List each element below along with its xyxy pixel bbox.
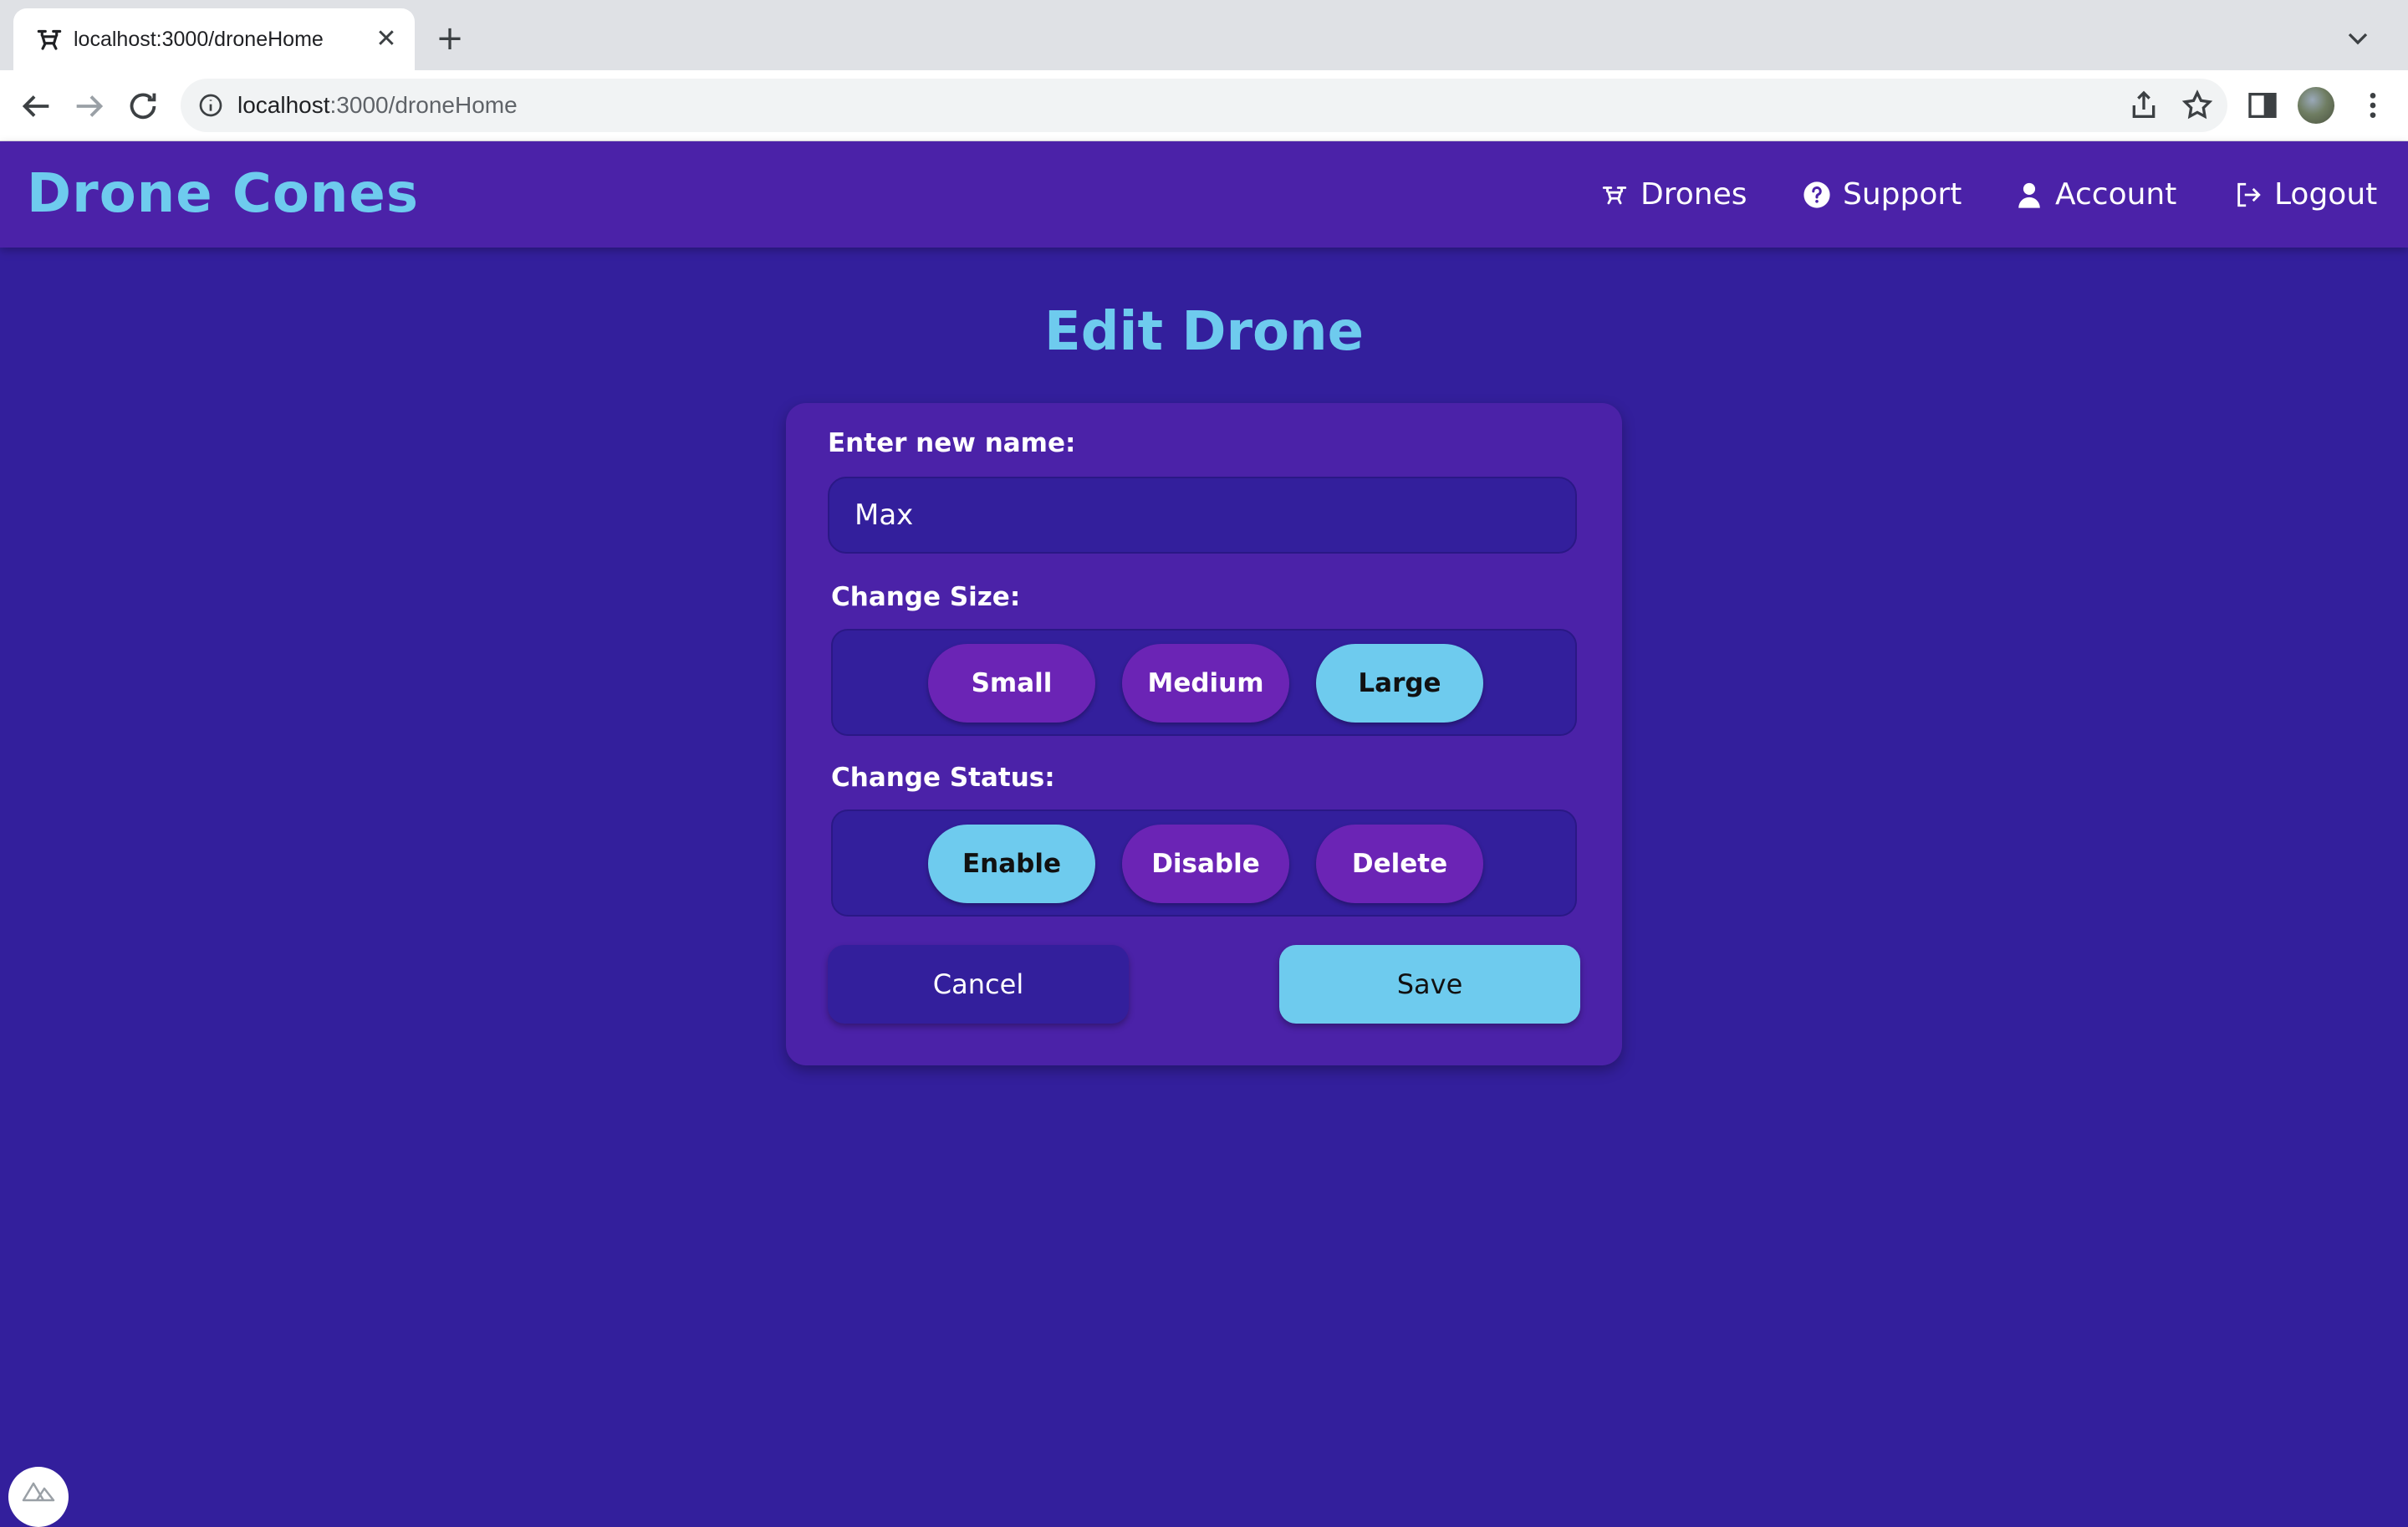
star-icon[interactable] [2181,89,2214,122]
url-path: :3000/droneHome [329,92,518,118]
share-icon[interactable] [2127,89,2161,122]
question-circle-icon [1803,181,1830,208]
drone-icon [1602,186,1627,204]
browser-tab[interactable]: localhost:3000/droneHome ✕ [13,8,415,70]
app-logo[interactable]: Drone Cones [27,141,419,248]
status-disable-button[interactable]: Disable [1122,825,1289,903]
nav-logout-label: Logout [2274,177,2378,212]
user-icon [2018,182,2040,208]
forward-icon[interactable] [70,87,109,125]
name-label: Enter new name: [828,428,1076,458]
status-options: Enable Disable Delete [831,809,1577,917]
tab-title: localhost:3000/droneHome [74,28,324,51]
size-label: Change Size: [831,582,1021,612]
edit-drone-form: Enter new name: Change Size: Small Mediu… [786,403,1622,1065]
address-bar[interactable]: localhost:3000/droneHome [181,79,2227,132]
drone-favicon-icon [37,29,62,50]
chevron-down-icon[interactable] [2341,22,2375,55]
page-title: Edit Drone [1044,301,1364,363]
save-button[interactable]: Save [1279,945,1580,1024]
nav-logout[interactable]: Logout [2234,141,2377,248]
drone-name-input[interactable] [828,477,1577,554]
info-icon[interactable] [197,92,224,119]
size-small-button[interactable]: Small [928,644,1095,723]
app-header: Drone Cones Drones Support Account Logou… [0,141,2408,248]
side-panel-icon[interactable] [2246,89,2279,122]
reload-icon[interactable] [124,87,162,125]
devtools-badge[interactable] [8,1467,69,1527]
menu-icon[interactable] [2356,89,2390,122]
new-tab-icon[interactable]: + [431,20,468,57]
profile-avatar[interactable] [2298,87,2334,124]
mountain-logo-icon [22,1482,55,1502]
nav-account[interactable]: Account [2015,141,2176,248]
back-icon[interactable] [17,87,55,125]
url-text: localhost:3000/droneHome [237,79,518,132]
logout-icon [2237,182,2261,207]
size-options: Small Medium Large [831,629,1577,736]
status-delete-button[interactable]: Delete [1316,825,1483,903]
nav-support[interactable]: Support [1803,141,1962,248]
nav-drones[interactable]: Drones [1600,141,1747,248]
status-label: Change Status: [831,763,1055,793]
url-host: localhost [237,92,330,118]
browser-tabstrip: localhost:3000/droneHome ✕ + [0,0,2408,70]
nav-drones-label: Drones [1640,177,1747,212]
browser-toolbar: localhost:3000/droneHome [0,70,2408,141]
nav-support-label: Support [1843,177,1962,212]
close-tab-icon[interactable]: ✕ [370,23,403,56]
size-large-button[interactable]: Large [1316,644,1483,723]
cancel-button[interactable]: Cancel [828,945,1129,1024]
size-medium-button[interactable]: Medium [1122,644,1289,723]
nav-account-label: Account [2055,177,2177,212]
status-enable-button[interactable]: Enable [928,825,1095,903]
